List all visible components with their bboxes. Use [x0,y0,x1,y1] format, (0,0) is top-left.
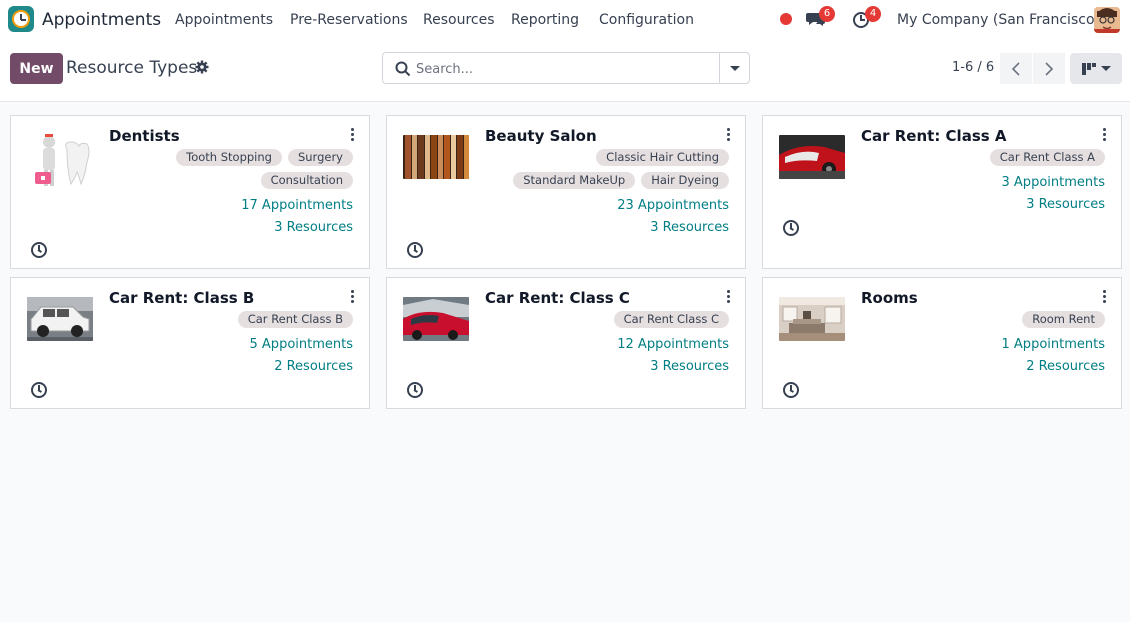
dentist-image [33,128,93,190]
tag: Surgery [287,149,353,166]
appointments-count-link[interactable]: 1 Appointments [1002,337,1105,352]
activity-clock-icon[interactable] [407,382,423,398]
app-name[interactable]: Appointments [42,10,161,30]
resources-count-link[interactable]: 3 Resources [1026,197,1105,212]
company-switcher[interactable]: My Company (San Francisco) [897,12,1100,28]
menu-reporting[interactable]: Reporting [511,12,579,28]
card-title[interactable]: Dentists [109,127,180,145]
tag: Car Rent Class B [237,311,353,328]
beauty-salon-image [403,135,469,179]
tag: Room Rent [1022,311,1105,328]
resources-count-link[interactable]: 2 Resources [274,359,353,374]
tag: Car Rent Class A [989,149,1105,166]
kanban-card-car-rent-class-b[interactable]: Car Rent: Class B Car Rent Class B 5 App… [10,277,370,409]
card-title[interactable]: Rooms [861,289,918,307]
card-title[interactable]: Car Rent: Class C [485,289,630,307]
resources-count-link[interactable]: 2 Resources [1026,359,1105,374]
appointments-count-link[interactable]: 5 Appointments [250,337,353,352]
kanban-card-car-rent-class-a[interactable]: Car Rent: Class A Car Rent Class A 3 App… [762,115,1122,269]
activity-clock-icon[interactable] [783,382,799,398]
top-navbar: Appointments Appointments Pre-Reservatio… [0,0,1130,40]
menu-configuration[interactable]: Configuration [599,12,694,28]
chevron-right-icon [1045,61,1054,76]
appointments-count-link[interactable]: 23 Appointments [617,198,729,213]
tag-list: Car Rent Class A [855,149,1105,166]
tag-list: Car Rent Class C [479,311,729,328]
pager-previous-button[interactable] [1000,53,1032,84]
card-menu-icon[interactable] [349,290,355,306]
appointments-count-link[interactable]: 17 Appointments [241,198,353,213]
tag-list: Car Rent Class B [103,311,353,328]
activity-clock-icon[interactable] [407,242,423,258]
activities-badge: 4 [865,6,881,22]
activity-clock-icon[interactable] [31,382,47,398]
menu-resources[interactable]: Resources [423,12,495,28]
card-title[interactable]: Car Rent: Class A [861,127,1007,145]
tag: Hair Dyeing [641,172,729,189]
caret-down-icon [1100,66,1111,71]
messages-badge: 6 [819,6,835,22]
pager-next-button[interactable] [1033,53,1065,84]
appointments-count-link[interactable]: 12 Appointments [617,337,729,352]
resources-count-link[interactable]: 3 Resources [650,220,729,235]
breadcrumb-title: Resource Types [66,58,198,78]
menu-appointments[interactable]: Appointments [175,12,273,28]
tag-list: Tooth Stopping Surgery Consultation [103,149,353,189]
tag: Classic Hair Cutting [596,149,729,166]
resources-count-link[interactable]: 3 Resources [274,220,353,235]
search-bar [382,52,750,84]
activity-clock-icon[interactable] [783,220,799,236]
tag: Tooth Stopping [176,149,282,166]
kanban-view-icon [1081,62,1096,75]
card-menu-icon[interactable] [725,128,731,144]
kanban-card-car-rent-class-c[interactable]: Car Rent: Class C Car Rent Class C 12 Ap… [386,277,746,409]
chevron-left-icon [1011,61,1020,76]
search-options-toggle[interactable] [719,53,749,83]
user-avatar[interactable] [1094,7,1120,33]
appointments-count-link[interactable]: 3 Appointments [1002,175,1105,190]
gear-icon[interactable] [195,60,209,74]
kanban-card-beauty-salon[interactable]: Beauty Salon Classic Hair Cutting Standa… [386,115,746,269]
caret-down-icon [729,65,740,71]
pager-value[interactable]: 1-6 / 6 [952,60,994,75]
rooms-image [779,297,845,341]
kanban-card-dentists[interactable]: Dentists Tooth Stopping Surgery Consulta… [10,115,370,269]
card-menu-icon[interactable] [725,290,731,306]
card-title[interactable]: Beauty Salon [485,127,597,145]
search-icon [395,61,411,77]
status-dot-icon[interactable] [780,13,792,25]
search-input[interactable] [416,59,716,79]
resources-count-link[interactable]: 3 Resources [650,359,729,374]
tag: Consultation [260,172,353,189]
view-switcher-button[interactable] [1070,53,1122,84]
card-menu-icon[interactable] [349,128,355,144]
card-menu-icon[interactable] [1101,128,1107,144]
card-title[interactable]: Car Rent: Class B [109,289,254,307]
tag-list: Room Rent [855,311,1105,328]
activity-clock-icon[interactable] [31,242,47,258]
appointments-app-icon[interactable] [8,6,34,32]
kanban-card-rooms[interactable]: Rooms Room Rent 1 Appointments 2 Resourc… [762,277,1122,409]
control-panel: New Resource Types 1-6 / 6 [0,40,1130,102]
car-class-a-image [779,135,845,179]
car-class-b-image [27,297,93,341]
card-menu-icon[interactable] [1101,290,1107,306]
new-button[interactable]: New [10,53,63,84]
tag: Car Rent Class C [613,311,729,328]
tag: Standard MakeUp [513,172,636,189]
tag-list: Classic Hair Cutting Standard MakeUp Hai… [479,149,729,189]
menu-pre-reservations[interactable]: Pre-Reservations [290,12,408,28]
car-class-c-image [403,297,469,341]
